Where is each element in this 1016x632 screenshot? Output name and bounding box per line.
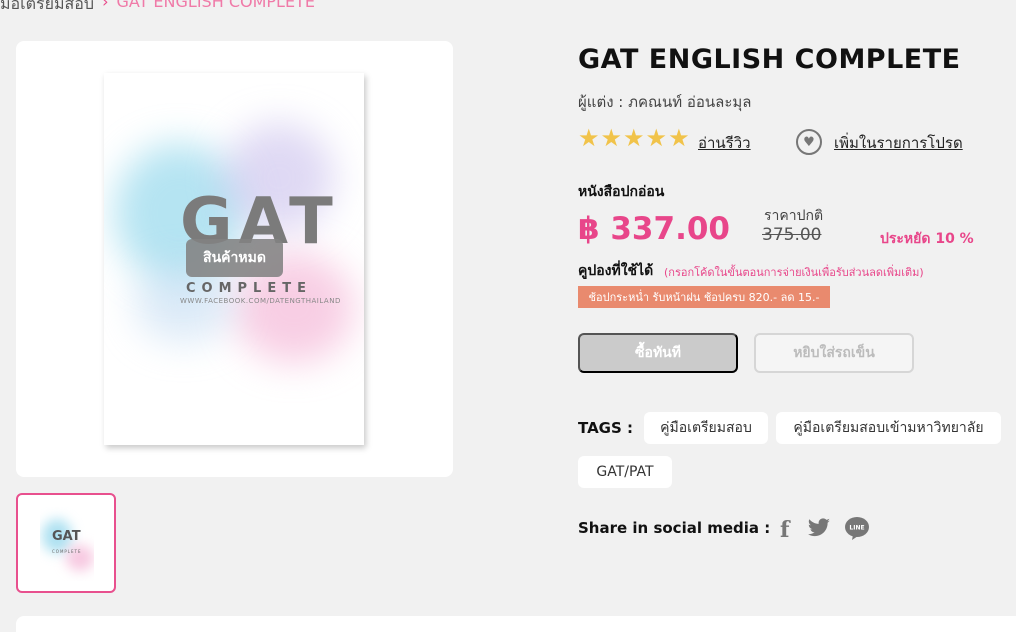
product-thumbnail[interactable]: GAT COMPLETE [16,493,116,593]
product-author: ผู้แต่ง : ภคณนท์ อ่อนละมุล [578,93,752,111]
tags-label: TAGS : [578,419,634,437]
heart-icon[interactable]: ♥ [796,129,822,155]
breadcrumb-link-previous[interactable]: มือเตรียมสอบ [0,0,94,17]
add-to-cart-button[interactable]: หยิบใส่รถเข็น [754,333,914,373]
soldout-badge: สินค้าหมด [186,239,283,277]
add-to-wishlist-link[interactable]: เพิ่มในรายการโปรด [834,131,963,155]
line-icon[interactable]: LINE [844,515,870,541]
star-icon: ★ [668,124,690,152]
tag-chip[interactable]: คู่มือเตรียมสอบเข้ามหาวิทยาลัย [776,412,1001,444]
star-icon: ★ [578,124,600,152]
read-review-link[interactable]: อ่านรีวิว [698,131,751,155]
breadcrumb-current: GAT ENGLISH COMPLETE [116,0,315,11]
normal-price: 375.00 [762,225,822,245]
sale-price: ฿ 337.00 [578,211,730,247]
star-icon: ★ [645,124,668,152]
cover-url: WWW.FACEBOOK.COM/DATENGTHAILAND [180,297,341,305]
breadcrumb: มือเตรียมสอบ › GAT ENGLISH COMPLETE [0,0,315,17]
book-format: หนังสือปกอ่อน [578,184,665,200]
cover-subtitle: COMPLETE [186,281,312,296]
share-label: Share in social media : [578,519,771,537]
twitter-icon[interactable] [806,516,832,540]
coupon-note: (กรอกโค้ดในขั้นตอนการจ่ายเงินเพื่อรับส่ว… [664,266,924,279]
details-panel [16,616,1016,632]
star-icon: ★ [600,124,623,152]
coupon-label: คูปองที่ใช้ได้ [578,263,654,279]
coupon-tag[interactable]: ช้อปกระหน่ำ รับหน้าฝน ช้อปครบ 820.- ลด 1… [578,286,830,308]
rating-stars: ★ ★ ★ ★ ★ [578,126,690,150]
thumbnail-title: GAT [52,529,81,544]
saving-badge: ประหยัด 10 % [880,231,974,247]
thumbnail-subtitle: COMPLETE [52,549,82,554]
facebook-icon[interactable]: f [780,517,789,543]
svg-text:LINE: LINE [849,525,864,532]
thumbnail-cover: GAT COMPLETE [40,507,94,581]
buy-now-button[interactable]: ซื้อทันที [578,333,738,373]
product-title: GAT ENGLISH COMPLETE [578,44,961,75]
chevron-right-icon: › [102,0,109,11]
normal-price-label: ราคาปกติ [764,208,824,224]
tag-chip[interactable]: GAT/PAT [578,456,672,488]
star-icon: ★ [623,124,645,152]
tag-chip[interactable]: คู่มือเตรียมสอบ [644,412,768,444]
